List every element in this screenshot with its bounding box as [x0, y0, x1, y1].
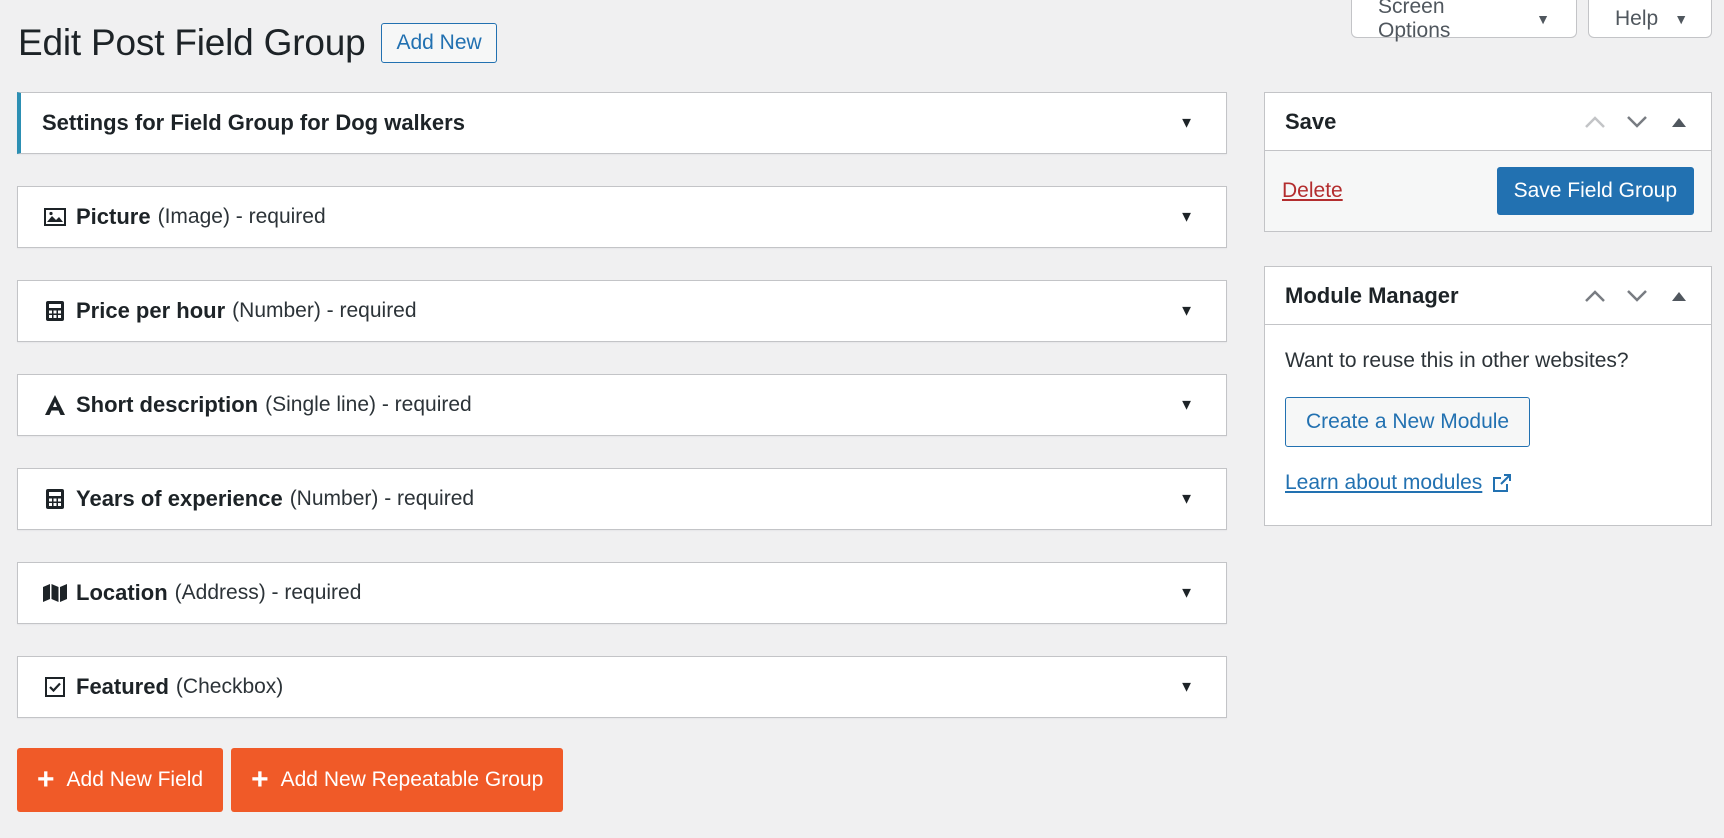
toggle-arrow-icon[interactable]: ▼: [1179, 303, 1194, 320]
toggle-arrow-icon[interactable]: ▼: [1179, 491, 1194, 508]
field-box-short-description[interactable]: Short description (Single line) - requir…: [17, 374, 1227, 436]
save-box-body: Delete Save Field Group: [1265, 151, 1711, 231]
module-manager-body: Want to reuse this in other websites? Cr…: [1265, 325, 1711, 525]
calculator-icon: [42, 486, 68, 512]
text-icon: [42, 392, 68, 418]
field-name: Years of experience: [76, 486, 283, 511]
toggle-arrow-icon[interactable]: ▼: [1179, 585, 1194, 602]
caret-down-icon: ▼: [1536, 10, 1550, 27]
field-detail: (Number) - required: [289, 487, 475, 510]
add-buttons: + Add New Field + Add New Repeatable Gro…: [17, 748, 564, 812]
edit-field-group-page: Screen Options ▼ Help ▼ Edit Post Field …: [0, 0, 1724, 838]
move-up-icon[interactable]: [1581, 108, 1609, 136]
field-name: Featured: [76, 674, 169, 699]
toggle-arrow-icon[interactable]: ▼: [1179, 397, 1194, 414]
plus-icon: +: [37, 763, 55, 796]
plus-icon: +: [251, 763, 269, 796]
create-new-module-button[interactable]: Create a New Module: [1285, 397, 1531, 447]
collapse-toggle-icon[interactable]: [1665, 282, 1693, 310]
add-new-field-label: Add New Field: [66, 768, 204, 791]
field-box-picture[interactable]: Picture (Image) - required ▼: [17, 186, 1227, 248]
calculator-icon: [42, 298, 68, 324]
module-manager-title: Module Manager: [1285, 282, 1459, 308]
save-field-group-button[interactable]: Save Field Group: [1496, 167, 1694, 215]
screen-options-label: Screen Options: [1378, 0, 1451, 42]
screen-options-tab[interactable]: Screen Options ▼: [1351, 0, 1577, 42]
field-name: Short description: [76, 392, 259, 417]
save-box-header: Save: [1265, 93, 1711, 151]
module-manager-text: Want to reuse this in other websites?: [1285, 349, 1629, 372]
field-detail: (Address) - required: [174, 581, 362, 604]
save-box: Save Delete Save Field Group: [1264, 92, 1712, 232]
module-manager-header: Module Manager: [1265, 267, 1711, 325]
screen-meta-links: Screen Options ▼ Help ▼: [1351, 0, 1712, 42]
settings-box-title: Settings for Field Group for Dog walkers: [42, 110, 465, 135]
move-down-icon[interactable]: [1623, 108, 1651, 136]
add-new-field-button[interactable]: + Add New Field: [17, 748, 224, 812]
image-icon: [42, 204, 68, 230]
help-tab[interactable]: Help ▼: [1588, 0, 1712, 38]
field-detail: (Number) - required: [232, 299, 417, 322]
handle-actions: [1581, 267, 1693, 325]
caret-down-icon: ▼: [1674, 10, 1689, 27]
save-box-title: Save: [1285, 108, 1337, 134]
map-icon: [42, 580, 68, 606]
learn-about-modules-link[interactable]: Learn about modules: [1285, 471, 1482, 495]
external-link-icon: [1492, 473, 1512, 493]
field-name: Picture: [76, 204, 151, 229]
toggle-arrow-icon[interactable]: ▼: [1179, 209, 1194, 226]
collapse-toggle-icon[interactable]: [1665, 108, 1693, 136]
page-title: Edit Post Field Group: [18, 22, 366, 63]
checkbox-icon: [42, 674, 68, 700]
help-label: Help: [1615, 6, 1659, 30]
field-box-featured[interactable]: Featured (Checkbox) ▼: [17, 656, 1227, 718]
field-box-price-per-hour[interactable]: Price per hour (Number) - required ▼: [17, 280, 1227, 342]
handle-actions: [1581, 93, 1693, 151]
toggle-arrow-icon[interactable]: ▼: [1179, 115, 1194, 132]
add-new-repeatable-group-label: Add New Repeatable Group: [280, 768, 544, 791]
settings-box[interactable]: Settings for Field Group for Dog walkers…: [17, 92, 1227, 154]
field-box-years-of-experience[interactable]: Years of experience (Number) - required …: [17, 468, 1227, 530]
page-heading: Edit Post Field Group Add New: [18, 22, 497, 64]
learn-about-modules-row: Learn about modules: [1285, 471, 1691, 495]
delete-link[interactable]: Delete: [1282, 179, 1343, 203]
field-box-location[interactable]: Location (Address) - required ▼: [17, 562, 1227, 624]
add-new-button[interactable]: Add New: [381, 23, 497, 63]
add-new-repeatable-group-button[interactable]: + Add New Repeatable Group: [231, 748, 564, 812]
field-name: Price per hour: [76, 298, 226, 323]
move-up-icon[interactable]: [1581, 282, 1609, 310]
toggle-arrow-icon[interactable]: ▼: [1179, 679, 1194, 696]
move-down-icon[interactable]: [1623, 282, 1651, 310]
field-detail: (Single line) - required: [265, 393, 472, 416]
field-detail: (Image) - required: [157, 205, 326, 228]
field-name: Location: [76, 580, 168, 605]
field-detail: (Checkbox): [175, 675, 284, 698]
module-manager-box: Module Manager Want to reuse this in oth…: [1264, 266, 1712, 526]
